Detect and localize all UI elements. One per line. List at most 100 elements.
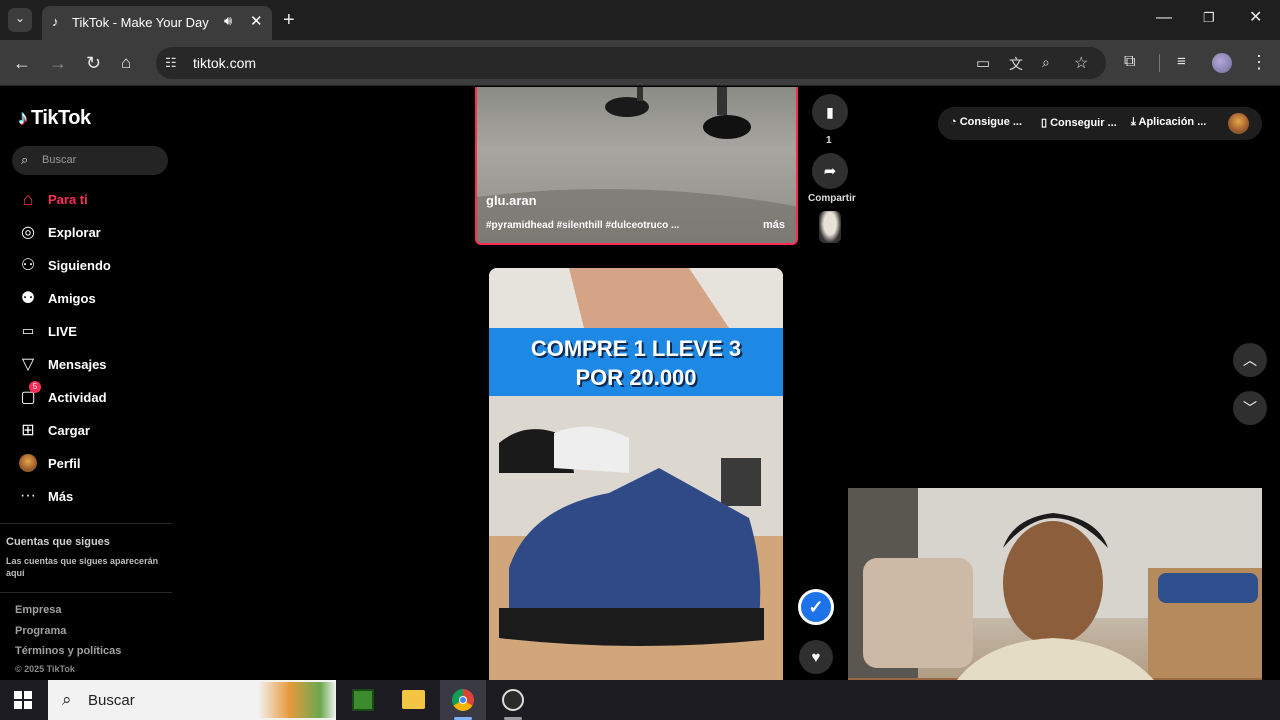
minimize-icon[interactable]: — (1156, 10, 1172, 26)
home-browser-icon[interactable]: ⌂ (121, 54, 131, 71)
nav-label: LIVE (48, 323, 77, 339)
tiktok-logo[interactable]: ♪ TikTok (18, 107, 91, 130)
heart-icon: ♥ (811, 648, 821, 666)
chrome-icon-center (459, 696, 467, 704)
back-icon[interactable]: ← (13, 54, 31, 72)
share-button[interactable]: ➦ (812, 153, 848, 189)
home-icon: ⌂ (22, 188, 34, 209)
previous-video-button[interactable]: ︿ (1233, 343, 1267, 377)
nav-cargar[interactable]: ⊞ Cargar (18, 417, 90, 443)
chrome-taskbar-button[interactable] (440, 680, 486, 720)
search-highlight-image (258, 682, 336, 718)
nav-live[interactable]: ▭ LIVE (18, 318, 77, 344)
video1-more-link[interactable]: más (763, 219, 785, 231)
windows-logo-icon (24, 691, 32, 699)
nav-para-ti[interactable]: ⌂ Para ti (18, 186, 88, 212)
reload-icon[interactable]: ↻ (86, 54, 101, 72)
toolbar-divider (1159, 54, 1160, 72)
bookmark-star-icon[interactable]: ☆ (1074, 53, 1088, 73)
install-app-icon[interactable]: ▭ (976, 54, 990, 72)
bookmark-icon: ▮ (826, 103, 834, 120)
nav-label: Actividad (48, 389, 107, 405)
nav-label: Para ti (48, 191, 88, 207)
search-placeholder: Buscar (42, 154, 77, 166)
user-avatar[interactable] (1228, 113, 1249, 134)
new-tab-icon[interactable]: + (283, 10, 295, 30)
download-app-button[interactable]: ⤓ Aplicación ... (1131, 116, 1206, 129)
chevron-down-icon: ﹀ (1243, 400, 1257, 416)
windows-logo-icon (14, 691, 22, 699)
live-icon: ▭ (21, 323, 35, 338)
browser-menu-icon[interactable]: ⋮ (1250, 53, 1268, 71)
video1-author[interactable]: glu.aran (486, 193, 537, 208)
sidebar-divider (0, 592, 172, 593)
speaker-icon[interactable]: 🔊︎ (224, 13, 232, 29)
nav-perfil[interactable]: Perfil (18, 450, 81, 476)
file-explorer-icon[interactable] (402, 690, 425, 709)
tiktok-wordmark: TikTok (31, 107, 91, 129)
browser-tab[interactable]: ♪ TikTok - Make Your Day 🔊︎ ✕ (42, 6, 272, 40)
browser-toolbar: ← → ↻ ⌂ ☷ tiktok.com ▭ 文 ⌕ ☆ ⧉ ≡ ⋮ (0, 40, 1280, 86)
start-button[interactable] (14, 691, 32, 709)
video-card-2[interactable]: COMPRE 1 LLEVE 3 POR 20.000 (489, 268, 783, 680)
site-info-icon[interactable]: ☷ (165, 55, 177, 71)
nav-amigos[interactable]: ⚉ Amigos (18, 285, 96, 311)
tab-close-icon[interactable]: ✕ (250, 12, 263, 30)
taskbar-search[interactable]: ⌕ Buscar (48, 680, 336, 720)
forward-icon[interactable]: → (49, 54, 67, 72)
video1-caption: #pyramidhead #silenthill #dulceotruco ..… (486, 220, 680, 231)
browser-tab-bar: ⌄ ♪ TikTok - Make Your Day 🔊︎ ✕ + — ❐ ✕ (0, 0, 1280, 40)
save-button[interactable]: ▮ (812, 94, 848, 130)
windows-logo-icon (24, 701, 32, 709)
nav-label: Mensajes (48, 356, 107, 372)
more-icon: ··· (20, 487, 36, 504)
next-video-button[interactable]: ﹀ (1233, 391, 1267, 425)
window-close-icon[interactable]: ✕ (1249, 10, 1262, 26)
promo-line-1: COMPRE 1 LLEVE 3 (530, 336, 742, 361)
tab-list-chevron-icon[interactable]: ⌄ (8, 8, 32, 32)
video-card-1[interactable]: glu.aran #pyramidhead #silenthill #dulce… (475, 87, 798, 245)
nav-mensajes[interactable]: ▽ Mensajes (18, 351, 107, 377)
zoom-icon[interactable]: ⌕ (1042, 54, 1050, 71)
footer-empresa[interactable]: Empresa (15, 604, 61, 616)
nav-label: Explorar (48, 224, 101, 240)
sound-disc-avatar[interactable] (819, 211, 841, 243)
save-count: 1 (826, 135, 832, 146)
nav-siguiendo[interactable]: ⚇ Siguiendo (18, 252, 111, 278)
profile-avatar[interactable] (1212, 53, 1232, 73)
translate-icon[interactable]: 文 (1009, 54, 1023, 74)
footer-terminos[interactable]: Términos y políticas (15, 645, 121, 657)
nav-explorar[interactable]: ◎ Explorar (18, 219, 101, 245)
extensions-icon[interactable]: ⧉ (1124, 54, 1135, 70)
promo-line-2: POR 20.000 (575, 365, 697, 390)
messages-icon: ▽ (21, 356, 35, 373)
promo-banner: COMPRE 1 LLEVE 3 POR 20.000 (489, 328, 783, 396)
activity-badge: 5 (29, 381, 41, 393)
search-icon: ⌕ (62, 690, 72, 709)
top-actions-bar: ◔ Consigue ... ▯ Conseguir ... ⤓ Aplicac… (938, 107, 1262, 140)
verified-follow-icon[interactable]: ✓ (798, 589, 834, 625)
url-text: tiktok.com (193, 55, 257, 71)
nav-mas[interactable]: ··· Más (18, 483, 73, 509)
pill-label: Aplicación ... (1138, 116, 1207, 128)
like-button[interactable]: ♥ (799, 640, 833, 674)
search-box[interactable]: ⌕ Buscar (12, 146, 168, 175)
sidebar-divider (0, 523, 172, 524)
address-bar[interactable]: ☷ tiktok.com ▭ 文 ⌕ ☆ (156, 47, 1106, 79)
friends-icon: ⚉ (20, 290, 36, 307)
compass-icon: ◎ (21, 224, 35, 241)
chevron-up-icon: ︿ (1243, 352, 1257, 368)
search-icon: ⌕ (21, 152, 29, 167)
nav-label: Cargar (48, 422, 90, 438)
windows-logo-icon (14, 701, 22, 709)
minecraft-icon[interactable] (352, 689, 374, 711)
restore-icon[interactable]: ❐ (1203, 11, 1215, 24)
media-control-icon[interactable]: ≡ (1177, 54, 1186, 69)
get-app-button[interactable]: ▯ Conseguir ... (1041, 116, 1117, 129)
tiktok-note-icon: ♪ (18, 107, 28, 129)
nav-actividad[interactable]: ▢ 5 Actividad (18, 381, 107, 410)
tiktok-favicon-icon: ♪ (52, 14, 59, 29)
get-coins-button[interactable]: ◔ Consigue ... (950, 116, 1022, 128)
footer-programa[interactable]: Programa (15, 625, 66, 637)
obs-icon[interactable] (502, 689, 524, 711)
